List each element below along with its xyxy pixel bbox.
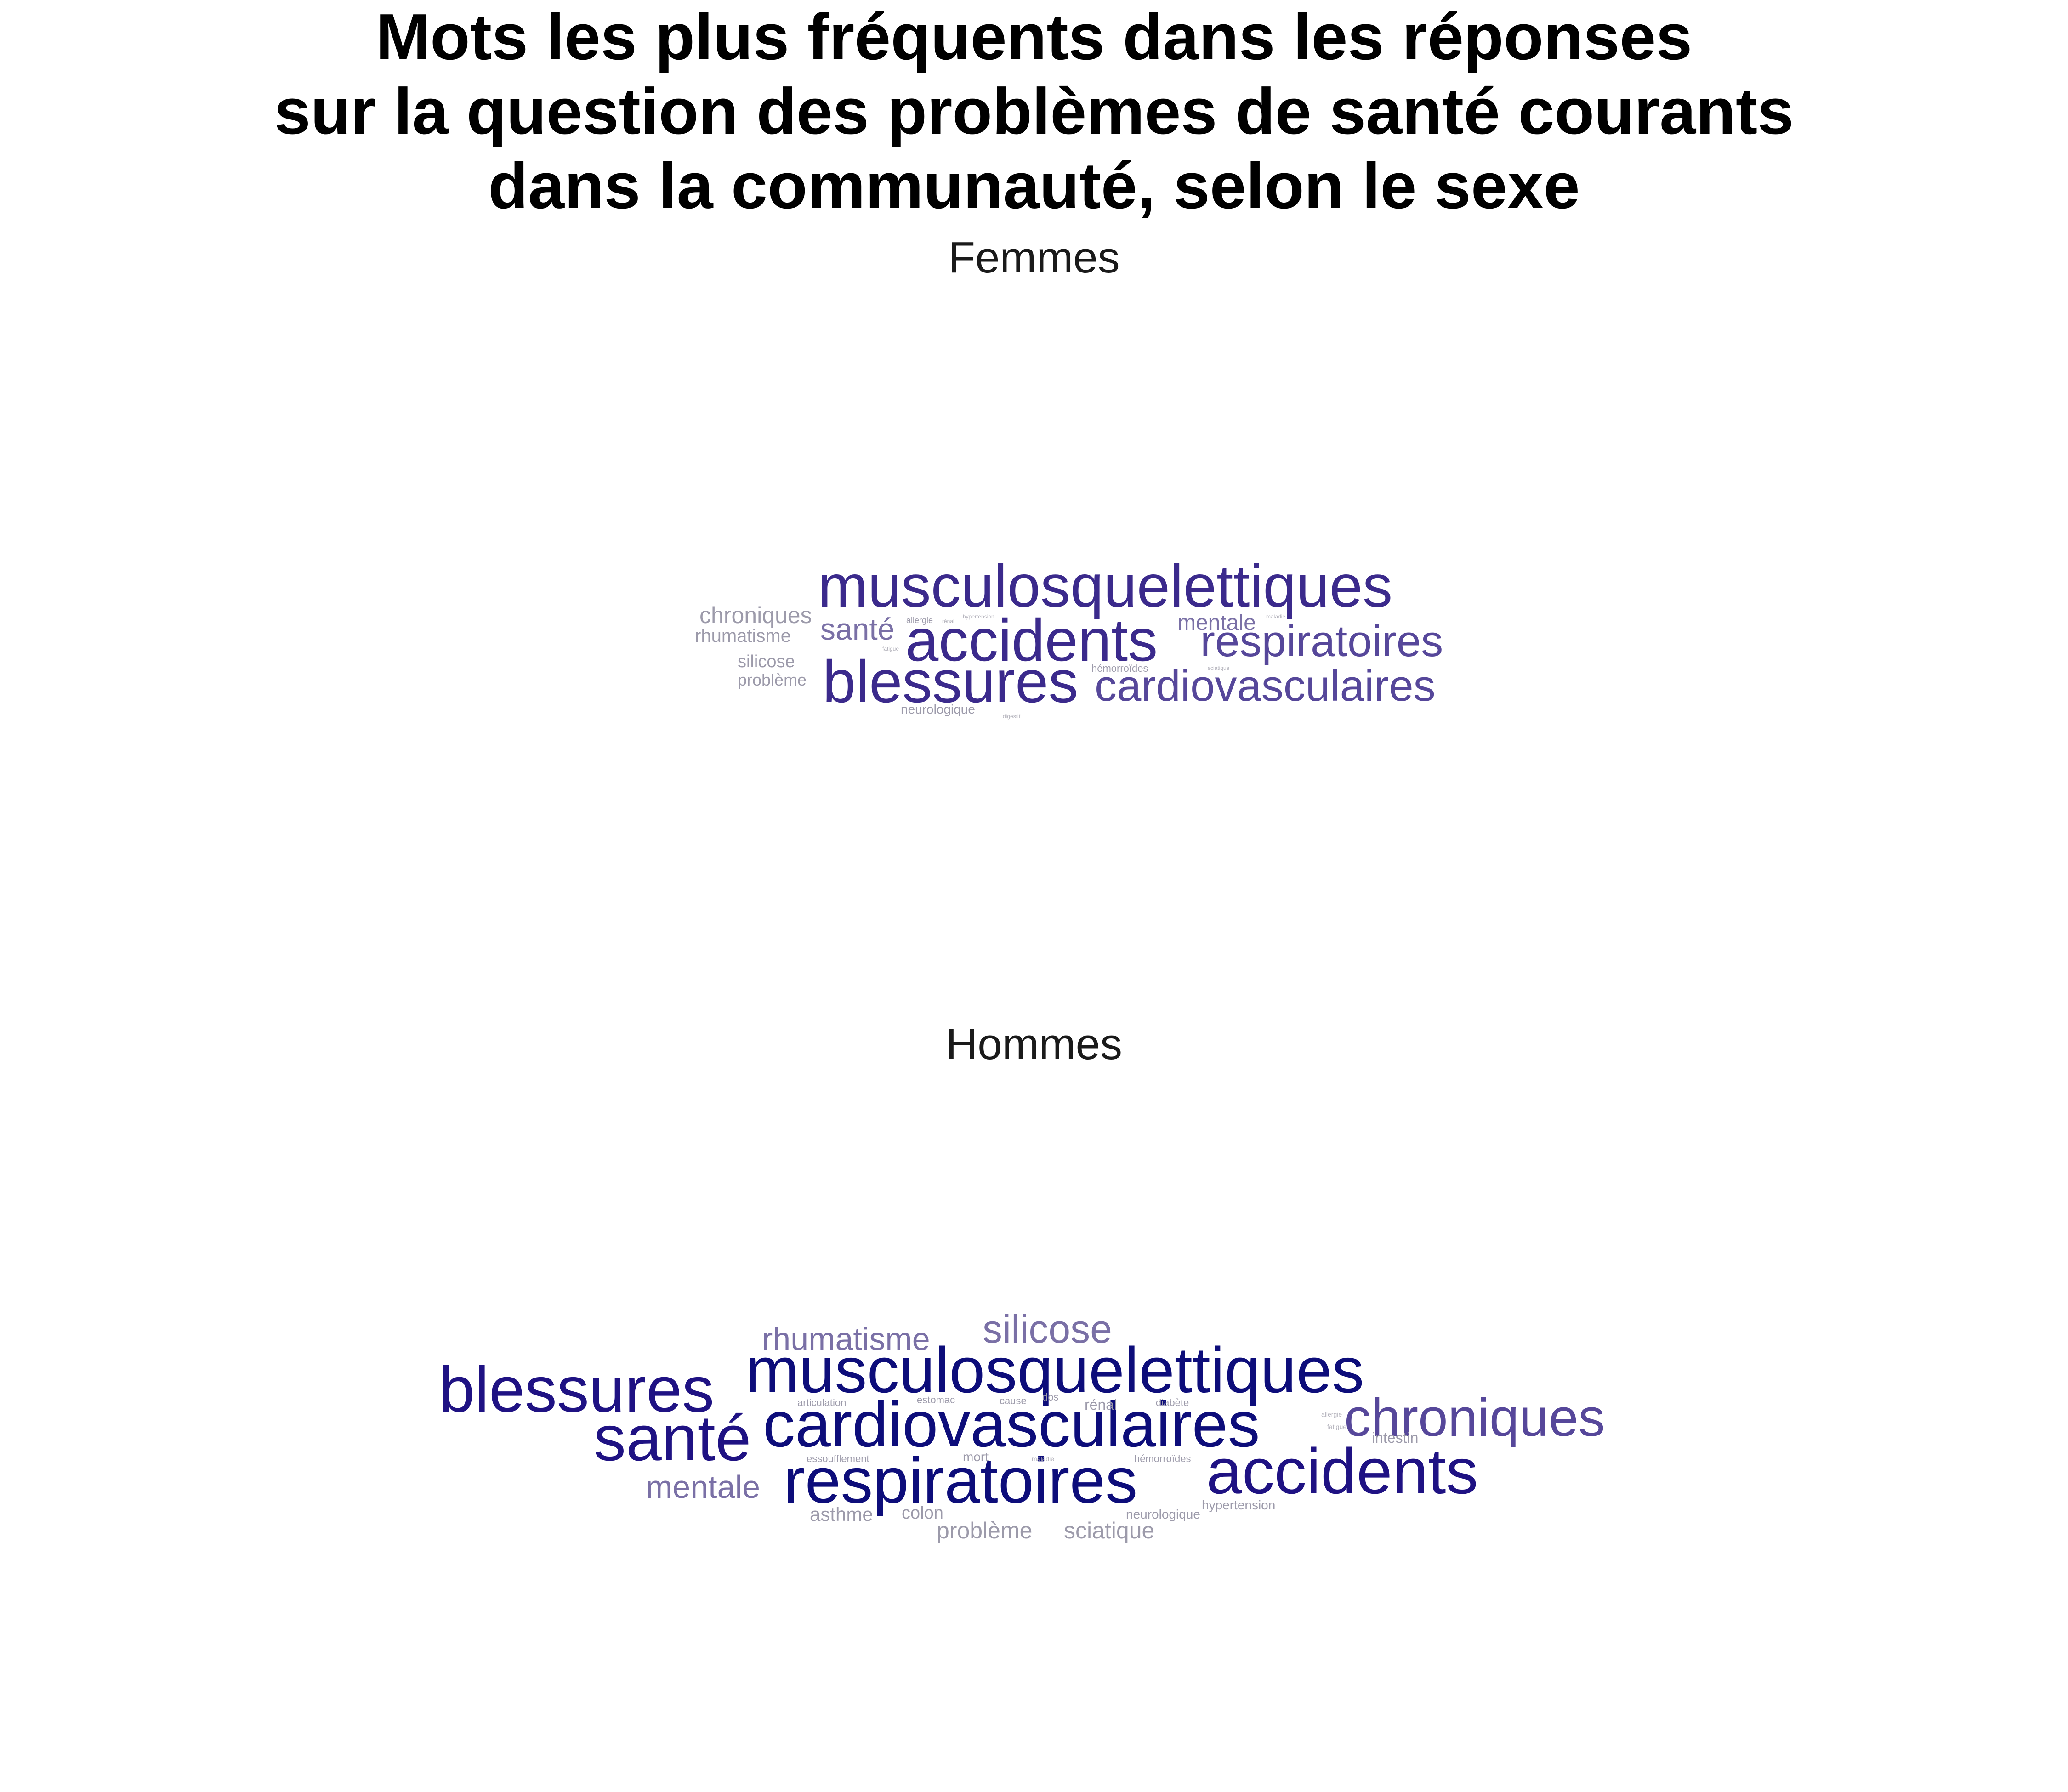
word-hommes: asthme xyxy=(810,1503,873,1525)
word-hommes: mentale xyxy=(646,1469,760,1505)
word-femmes: mentale xyxy=(1177,611,1256,635)
word-hommes: problème xyxy=(937,1518,1032,1543)
word-hommes: diabète xyxy=(1156,1397,1189,1408)
word-femmes: maladie xyxy=(1266,613,1285,620)
word-cloud-chart: musculosquelettiquesaccidentsblessuresre… xyxy=(439,552,1605,1543)
word-hommes: silicose xyxy=(983,1307,1112,1351)
word-hommes: santé xyxy=(594,1402,751,1474)
word-hommes: dos xyxy=(1042,1391,1058,1403)
word-hommes: neurologique xyxy=(1126,1507,1200,1521)
word-femmes: problème xyxy=(738,670,807,689)
word-hommes: mort xyxy=(963,1450,989,1464)
word-hommes: fatigue xyxy=(1327,1423,1346,1430)
word-femmes: fatigue xyxy=(882,646,899,652)
word-hommes: articulation xyxy=(797,1397,846,1408)
word-femmes: rénal xyxy=(942,618,954,624)
word-hommes: allergie xyxy=(1321,1411,1342,1418)
word-femmes: digestif xyxy=(1003,713,1021,720)
word-femmes: silicose xyxy=(738,652,795,671)
word-femmes: neurologique xyxy=(901,702,975,716)
word-hommes: sciatique xyxy=(1064,1518,1154,1543)
word-femmes: rhumatisme xyxy=(695,626,791,646)
word-hommes: estomac xyxy=(917,1394,955,1406)
word-hommes: colon xyxy=(902,1503,943,1523)
word-hommes: cause xyxy=(1000,1395,1027,1406)
word-femmes: hypertension xyxy=(963,613,994,620)
word-hommes: rhumatisme xyxy=(762,1321,930,1357)
word-hommes: maladie xyxy=(1032,1455,1054,1463)
word-hommes: essoufflement xyxy=(807,1453,869,1464)
word-hommes: rénal xyxy=(1085,1396,1117,1413)
word-femmes: chroniques xyxy=(699,602,812,628)
word-femmes: santé xyxy=(820,612,894,646)
word-hommes: hypertension xyxy=(1202,1498,1275,1512)
word-hommes: intestin xyxy=(1372,1429,1418,1446)
word-hommes: hémorroïdes xyxy=(1134,1453,1191,1464)
word-femmes: sciatique xyxy=(1208,665,1230,671)
word-femmes: hémorroïdes xyxy=(1091,663,1148,674)
word-femmes: allergie xyxy=(906,616,933,625)
